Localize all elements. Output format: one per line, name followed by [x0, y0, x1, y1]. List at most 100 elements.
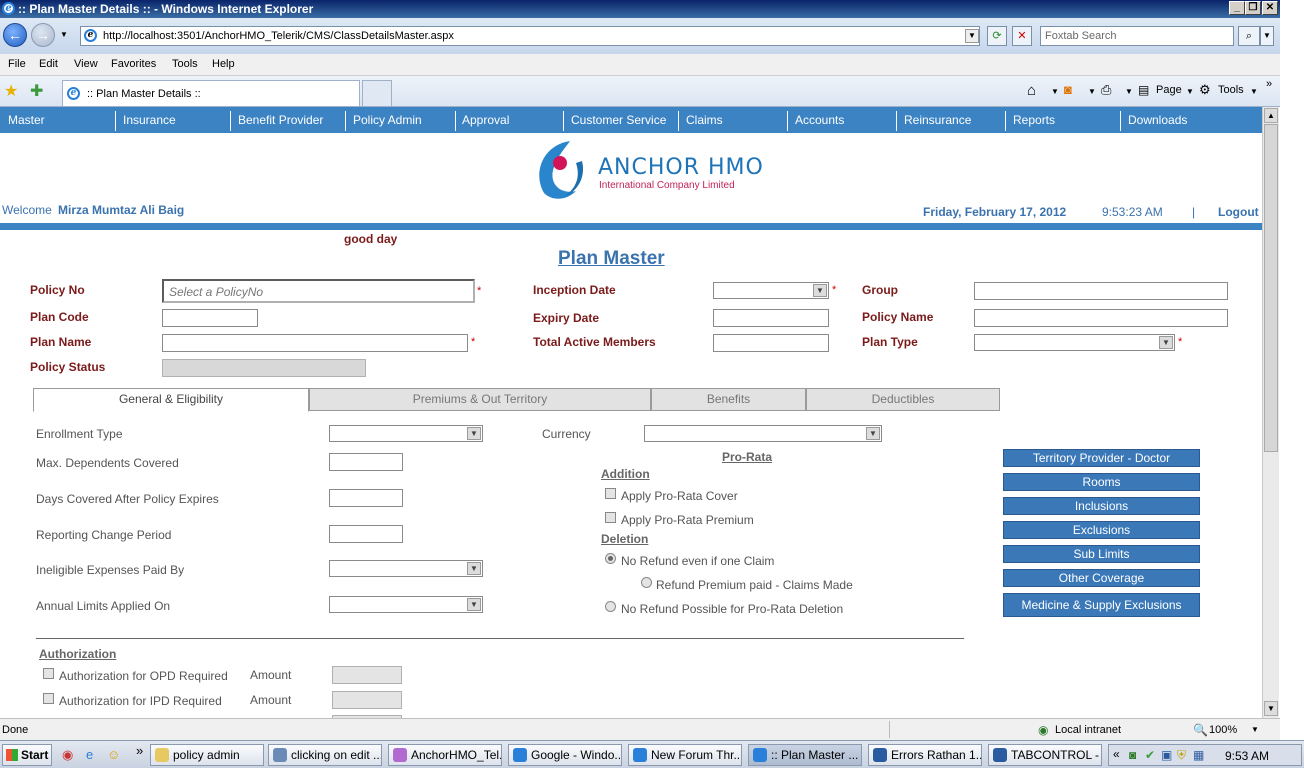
- tab-plan-master[interactable]: e :: Plan Master Details ::: [62, 80, 360, 106]
- chevron-down-icon[interactable]: ▼: [467, 598, 481, 611]
- chevron-down-icon[interactable]: ▼: [467, 562, 481, 575]
- feeds-dropdown-icon[interactable]: ▼: [1088, 87, 1096, 96]
- nav-benefit-provider[interactable]: Benefit Provider: [238, 113, 323, 127]
- task-clicking-on-edit[interactable]: clicking on edit ...: [268, 744, 382, 766]
- new-tab-button[interactable]: [362, 80, 392, 106]
- auth-ipd-checkbox[interactable]: [43, 693, 54, 704]
- refresh-icon[interactable]: ⟳: [987, 26, 1007, 46]
- menu-tools[interactable]: Tools: [172, 58, 198, 70]
- page-menu[interactable]: Page: [1156, 84, 1182, 96]
- annual-limits-select[interactable]: ▼: [329, 596, 483, 613]
- address-dropdown-icon[interactable]: ▼: [965, 29, 979, 43]
- logout-link[interactable]: Logout: [1218, 205, 1259, 219]
- inclusions-button[interactable]: Inclusions: [1003, 497, 1200, 515]
- feeds-icon[interactable]: ◙: [1064, 82, 1072, 97]
- chevron-down-icon[interactable]: ▼: [866, 427, 880, 440]
- reporting-change-input[interactable]: [329, 525, 403, 543]
- quicklaunch-more-icon[interactable]: »: [136, 743, 143, 758]
- history-dropdown-icon[interactable]: ▼: [60, 30, 68, 39]
- nav-insurance[interactable]: Insurance: [123, 113, 176, 127]
- total-active-members-input[interactable]: [713, 334, 829, 352]
- scroll-thumb[interactable]: [1264, 124, 1278, 452]
- tools-dropdown-icon[interactable]: ▼: [1250, 87, 1258, 96]
- address-field[interactable]: e http://localhost:3501/AnchorHMO_Teleri…: [80, 26, 980, 46]
- forward-button[interactable]: →: [31, 23, 55, 47]
- chevron-down-icon[interactable]: ▼: [1159, 336, 1173, 349]
- chrome-icon[interactable]: ◉: [62, 747, 73, 763]
- plan-code-input[interactable]: [162, 309, 258, 327]
- more-chevron-icon[interactable]: »: [1266, 78, 1272, 90]
- exclusions-button[interactable]: Exclusions: [1003, 521, 1200, 539]
- start-button[interactable]: Start: [2, 744, 52, 766]
- search-options-icon[interactable]: ▼: [1260, 26, 1274, 46]
- add-favorites-icon[interactable]: ✚: [30, 81, 43, 101]
- task-google[interactable]: Google - Windo...: [508, 744, 622, 766]
- auth-opd-checkbox[interactable]: [43, 668, 54, 679]
- no-refund-possible-radio[interactable]: [605, 601, 616, 612]
- apply-pro-rata-cover-checkbox[interactable]: [605, 488, 616, 499]
- territory-provider-doctor-button[interactable]: Territory Provider - Doctor: [1003, 449, 1200, 467]
- home-icon[interactable]: ⌂: [1027, 82, 1036, 99]
- max-dependents-input[interactable]: [329, 453, 403, 471]
- print-dropdown-icon[interactable]: ▼: [1125, 87, 1133, 96]
- task-anchorhmo[interactable]: AnchorHMO_Tel...: [388, 744, 502, 766]
- nav-approval[interactable]: Approval: [462, 113, 509, 127]
- messenger-icon[interactable]: ☺: [107, 747, 120, 762]
- zoom-level[interactable]: 100%: [1209, 724, 1237, 736]
- days-covered-input[interactable]: [329, 489, 403, 507]
- minimize-button[interactable]: _: [1229, 1, 1245, 15]
- currency-select[interactable]: ▼: [644, 425, 882, 442]
- policy-no-combobox[interactable]: Select a PolicyNo: [162, 279, 475, 303]
- nav-claims[interactable]: Claims: [686, 113, 723, 127]
- tab-benefits[interactable]: Benefits: [651, 388, 806, 411]
- task-policy-admin[interactable]: policy admin: [150, 744, 264, 766]
- enrollment-type-select[interactable]: ▼: [329, 425, 483, 442]
- tools-menu[interactable]: Tools: [1218, 84, 1244, 96]
- no-refund-claim-radio[interactable]: [605, 553, 616, 564]
- calendar-dropdown-icon[interactable]: ▼: [813, 284, 827, 297]
- favorites-star-icon[interactable]: ★: [4, 81, 18, 101]
- print-icon[interactable]: ⎙: [1101, 82, 1111, 98]
- tab-premiums-out-territory[interactable]: Premiums & Out Territory: [309, 388, 651, 411]
- search-icon[interactable]: ⌕: [1238, 26, 1260, 46]
- expiry-date-input[interactable]: [713, 309, 829, 327]
- scroll-up-icon[interactable]: ▲: [1264, 108, 1278, 123]
- sub-limits-button[interactable]: Sub Limits: [1003, 545, 1200, 563]
- ineligible-expenses-select[interactable]: ▼: [329, 560, 483, 577]
- medicine-supply-exclusions-button[interactable]: Medicine & Supply Exclusions: [1003, 593, 1200, 617]
- nav-reports[interactable]: Reports: [1013, 113, 1055, 127]
- zoom-dropdown-icon[interactable]: ▼: [1251, 725, 1259, 734]
- task-new-forum[interactable]: New Forum Thr...: [628, 744, 742, 766]
- menu-view[interactable]: View: [74, 58, 98, 70]
- task-tabcontrol[interactable]: TABCONTROL - ...: [988, 744, 1102, 766]
- refund-premium-radio[interactable]: [641, 577, 652, 588]
- vertical-scrollbar[interactable]: ▲ ▼: [1262, 107, 1279, 718]
- maximize-button[interactable]: ❐: [1245, 1, 1261, 15]
- back-button[interactable]: ←: [3, 23, 27, 47]
- nav-accounts[interactable]: Accounts: [795, 113, 844, 127]
- plan-name-input[interactable]: [162, 334, 468, 352]
- page-dropdown-icon[interactable]: ▼: [1186, 87, 1194, 96]
- other-coverage-button[interactable]: Other Coverage: [1003, 569, 1200, 587]
- tab-general-eligibility[interactable]: General & Eligibility: [33, 388, 309, 412]
- nav-master[interactable]: Master: [8, 113, 45, 127]
- search-input[interactable]: Foxtab Search: [1040, 26, 1234, 46]
- nav-reinsurance[interactable]: Reinsurance: [904, 113, 971, 127]
- tab-deductibles[interactable]: Deductibles: [806, 388, 1000, 411]
- inception-date-picker[interactable]: ▼: [713, 282, 829, 299]
- stop-icon[interactable]: ✕: [1012, 26, 1032, 46]
- home-dropdown-icon[interactable]: ▼: [1051, 87, 1059, 96]
- nav-policy-admin[interactable]: Policy Admin: [353, 113, 422, 127]
- menu-file[interactable]: File: [8, 58, 26, 70]
- rooms-button[interactable]: Rooms: [1003, 473, 1200, 491]
- apply-pro-rata-premium-checkbox[interactable]: [605, 512, 616, 523]
- menu-help[interactable]: Help: [212, 58, 235, 70]
- chevron-down-icon[interactable]: ▼: [467, 427, 481, 440]
- menu-favorites[interactable]: Favorites: [111, 58, 156, 70]
- menu-edit[interactable]: Edit: [39, 58, 58, 70]
- nav-downloads[interactable]: Downloads: [1128, 113, 1187, 127]
- task-errors-rathan[interactable]: Errors Rathan 1...: [868, 744, 982, 766]
- ie-quicklaunch-icon[interactable]: e: [86, 747, 93, 762]
- tray-expand-icon[interactable]: «: [1113, 747, 1120, 761]
- task-plan-master[interactable]: :: Plan Master ...: [748, 744, 862, 766]
